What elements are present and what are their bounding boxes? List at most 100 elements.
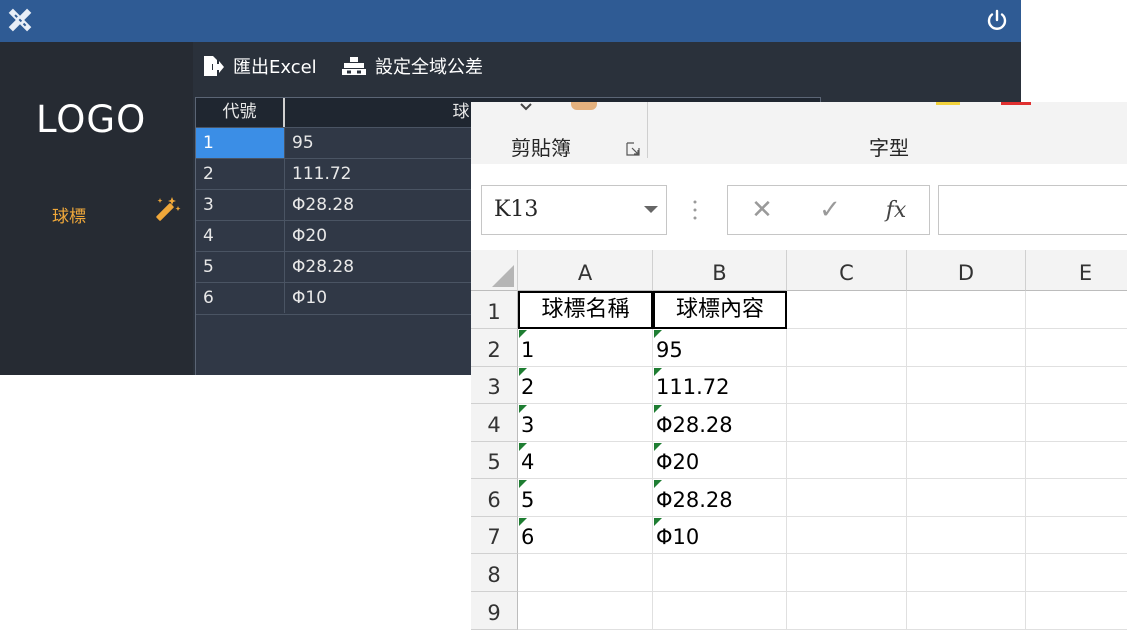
sidebar-item-ball-label[interactable]: 球標 <box>0 192 193 232</box>
power-icon[interactable] <box>985 8 1009 32</box>
export-excel-button[interactable]: 匯出Excel <box>201 53 317 79</box>
cell-c3[interactable] <box>787 367 907 404</box>
column-header-e[interactable]: E <box>1026 250 1127 291</box>
logo: LOGO <box>36 98 147 141</box>
cell-c2[interactable] <box>787 329 907 367</box>
toolbar: 匯出Excel 設定全域公差 <box>193 42 1021 92</box>
cell-e2[interactable] <box>1026 329 1127 367</box>
cell-d3[interactable] <box>907 367 1026 404</box>
grid-cell-id[interactable]: 6 <box>196 283 285 313</box>
row-header-2[interactable]: 2 <box>471 329 518 367</box>
column-header-c[interactable]: C <box>787 250 907 291</box>
cell-e8[interactable] <box>1026 554 1127 592</box>
dialog-launcher-icon[interactable] <box>626 142 640 156</box>
highlight-color-icon[interactable] <box>936 102 960 105</box>
number-as-text-indicator <box>519 405 527 413</box>
ribbon-group-clipboard: 剪貼簿 <box>511 136 571 160</box>
cell-c1[interactable] <box>787 291 907 329</box>
number-as-text-indicator <box>654 368 662 376</box>
enter-icon[interactable]: ✓ <box>800 186 860 234</box>
cell-text: 111.72 <box>656 375 730 399</box>
cell-e9[interactable] <box>1026 592 1127 630</box>
name-box[interactable]: K13 <box>481 185 667 235</box>
cell-a8[interactable] <box>518 554 653 592</box>
cell-b3[interactable]: 111.72 <box>653 367 787 404</box>
cell-a4[interactable]: 3 <box>518 404 653 442</box>
row-header-1[interactable]: 1 <box>471 291 518 329</box>
cell-b1[interactable]: 球標內容 <box>653 291 787 329</box>
row-header-7[interactable]: 7 <box>471 517 518 554</box>
cell-d6[interactable] <box>907 479 1026 517</box>
cell-text: 球標名稱 <box>541 297 630 322</box>
cell-d5[interactable] <box>907 442 1026 479</box>
cell-a5[interactable]: 4 <box>518 442 653 479</box>
cell-text: 3 <box>521 413 535 437</box>
row-header-8[interactable]: 8 <box>471 554 518 592</box>
cell-d2[interactable] <box>907 329 1026 367</box>
cell-d7[interactable] <box>907 517 1026 554</box>
cell-c6[interactable] <box>787 479 907 517</box>
cell-d9[interactable] <box>907 592 1026 630</box>
cell-c9[interactable] <box>787 592 907 630</box>
grid-cell-id[interactable]: 3 <box>196 190 285 220</box>
cell-b7[interactable]: Φ10 <box>653 517 787 554</box>
column-header-d[interactable]: D <box>907 250 1026 291</box>
format-painter-icon[interactable] <box>571 102 597 110</box>
cell-e7[interactable] <box>1026 517 1127 554</box>
column-header-a[interactable]: A <box>518 250 653 291</box>
cell-d8[interactable] <box>907 554 1026 592</box>
magic-wand-icon <box>156 197 181 221</box>
cell-a2[interactable]: 1 <box>518 329 653 367</box>
formula-input[interactable] <box>938 185 1127 235</box>
row-header-3[interactable]: 3 <box>471 367 518 404</box>
cell-e4[interactable] <box>1026 404 1127 442</box>
cell-e5[interactable] <box>1026 442 1127 479</box>
chevron-down-icon[interactable] <box>519 102 533 112</box>
insert-function-button[interactable]: fx <box>866 186 926 234</box>
cell-b2[interactable]: 95 <box>653 329 787 367</box>
chevron-down-icon[interactable] <box>644 206 658 214</box>
cell-b4[interactable]: Φ28.28 <box>653 404 787 442</box>
app-logo-icon <box>8 8 32 32</box>
row-header-9[interactable]: 9 <box>471 592 518 630</box>
font-color-icon[interactable] <box>1001 102 1031 105</box>
cell-a3[interactable]: 2 <box>518 367 653 404</box>
number-as-text-indicator <box>654 405 662 413</box>
row-header-5[interactable]: 5 <box>471 442 518 479</box>
cell-e3[interactable] <box>1026 367 1127 404</box>
grid-cell-id[interactable]: 4 <box>196 221 285 251</box>
cell-a1[interactable]: 球標名稱 <box>518 291 653 329</box>
drag-handle-icon[interactable] <box>693 198 697 222</box>
cell-text: 1 <box>521 338 535 362</box>
cell-b6[interactable]: Φ28.28 <box>653 479 787 517</box>
row-header-4[interactable]: 4 <box>471 404 518 442</box>
cell-c7[interactable] <box>787 517 907 554</box>
cell-text: 4 <box>521 450 535 474</box>
cell-b8[interactable] <box>653 554 787 592</box>
grid-cell-id[interactable]: 1 <box>196 128 285 158</box>
cell-c4[interactable] <box>787 404 907 442</box>
formula-bar: K13 ✕ ✓ fx <box>471 164 1127 251</box>
grid-header-id[interactable]: 代號 <box>196 98 285 127</box>
cell-a6[interactable]: 5 <box>518 479 653 517</box>
select-all-button[interactable] <box>471 250 518 291</box>
number-as-text-indicator <box>654 480 662 488</box>
cell-d4[interactable] <box>907 404 1026 442</box>
cell-a9[interactable] <box>518 592 653 630</box>
cell-e1[interactable] <box>1026 291 1127 329</box>
cell-e6[interactable] <box>1026 479 1127 517</box>
cell-c8[interactable] <box>787 554 907 592</box>
grid-cell-id[interactable]: 2 <box>196 159 285 189</box>
grid-cell-id[interactable]: 5 <box>196 252 285 282</box>
cell-c5[interactable] <box>787 442 907 479</box>
cell-b5[interactable]: Φ20 <box>653 442 787 479</box>
cancel-icon[interactable]: ✕ <box>732 186 792 234</box>
number-as-text-indicator <box>654 443 662 451</box>
number-as-text-indicator <box>654 330 662 338</box>
cell-b9[interactable] <box>653 592 787 630</box>
cell-d1[interactable] <box>907 291 1026 329</box>
column-header-b[interactable]: B <box>653 250 787 291</box>
cell-a7[interactable]: 6 <box>518 517 653 554</box>
set-global-tolerance-button[interactable]: 設定全域公差 <box>341 53 483 79</box>
row-header-6[interactable]: 6 <box>471 479 518 517</box>
